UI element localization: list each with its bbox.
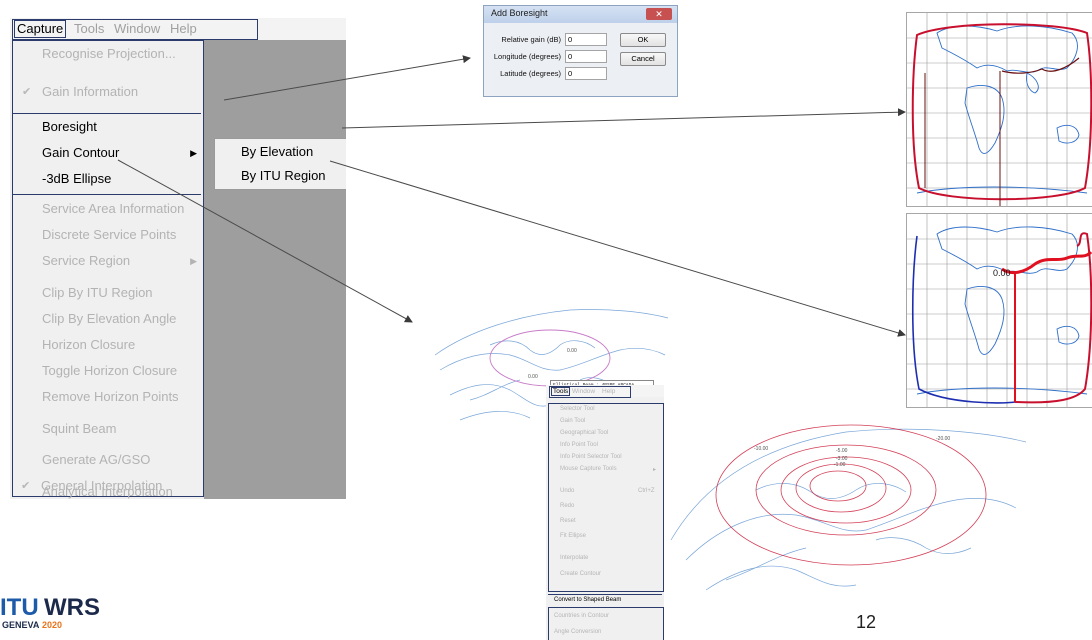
logo-year: 2020 <box>42 620 62 630</box>
logo-city: GENEVA <box>2 620 40 630</box>
logo-svg: ITU WRS GENEVA 2020 <box>0 594 100 630</box>
logo-itu: ITU <box>0 594 39 621</box>
arrow-to-elevation-map <box>341 108 906 129</box>
arrow-to-itu-map <box>329 160 906 337</box>
arrow-to-ellipse-map <box>117 159 413 323</box>
page-number: 12 <box>856 612 877 632</box>
itu-wrs-logo: ITU WRS GENEVA 2020 <box>0 583 120 633</box>
arrow-to-dialog <box>223 55 471 101</box>
arrows-overlay <box>117 55 906 337</box>
logo-wrs: WRS <box>44 594 100 621</box>
